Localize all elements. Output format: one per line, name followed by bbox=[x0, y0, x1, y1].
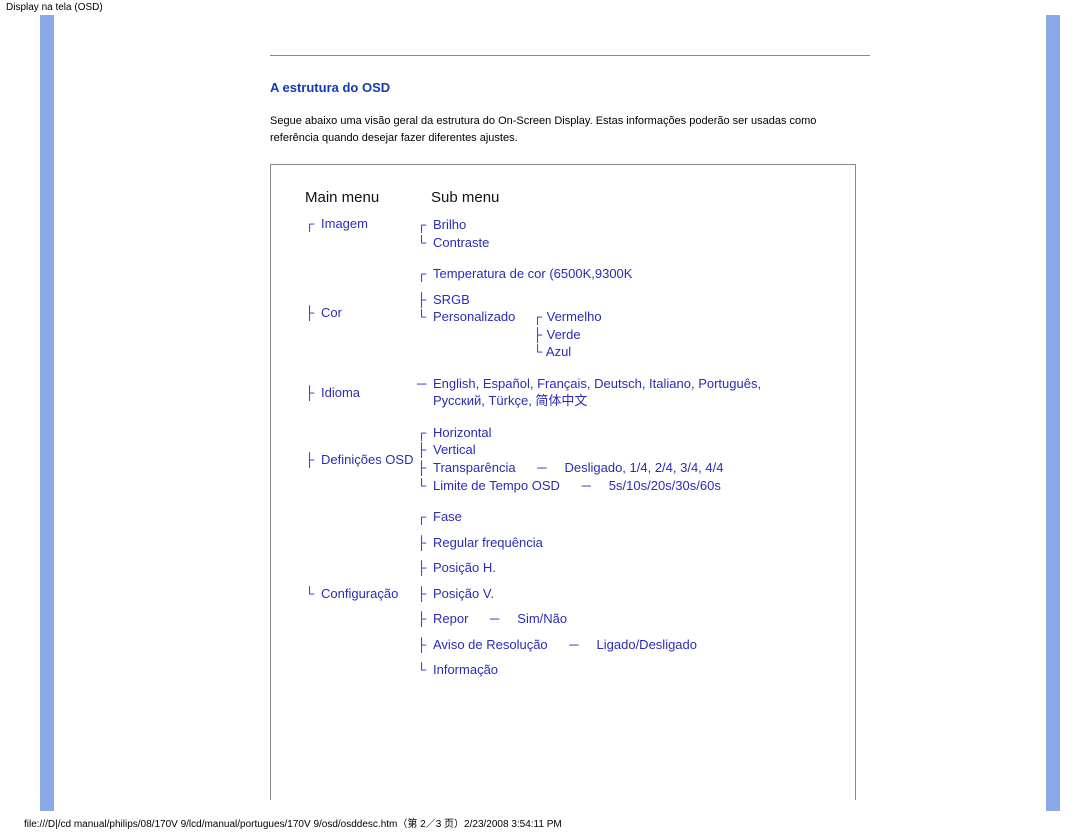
tree-connector-icon: └ bbox=[305, 586, 315, 601]
menu-cfg-repor-val: Sim/Não bbox=[517, 610, 567, 628]
tree-connector-icon: ─ bbox=[579, 477, 593, 495]
page-footer: file:///D|/cd manual/philips/08/170V 9/l… bbox=[0, 815, 568, 834]
page-header: Display na tela (OSD) bbox=[0, 0, 1080, 15]
menu-cfg-freq: Regular frequência bbox=[433, 534, 543, 552]
menu-idioma-line1: English, Español, Français, Deutsch, Ita… bbox=[433, 375, 761, 393]
menu-sub-contraste: Contraste bbox=[433, 234, 489, 252]
menu-osd-trans-val: Desligado, 1/4, 2/4, 3/4, 4/4 bbox=[564, 459, 723, 477]
tree-connector-icon: ├ bbox=[305, 305, 315, 320]
content-area: A estrutura do OSD Segue abaixo uma visã… bbox=[270, 15, 890, 800]
tree-connector-icon: ┌ bbox=[305, 216, 315, 231]
tree-connector-icon: └ bbox=[417, 661, 427, 679]
tree-connector-icon: ┌ bbox=[417, 216, 427, 234]
menu-cfg-ph: Posição H. bbox=[433, 559, 496, 577]
tree-connector-icon: ├ bbox=[417, 291, 427, 309]
menu-main-cor: Cor bbox=[321, 305, 342, 320]
menu-pers-b: Azul bbox=[546, 344, 571, 359]
tree-spacer-icon bbox=[417, 392, 427, 410]
menu-pers-g: Verde bbox=[547, 327, 581, 342]
menu-idioma-line2: Русский, Türkçe, 简体中文 bbox=[433, 392, 587, 410]
tree-connector-icon: ┌ bbox=[417, 508, 427, 526]
tree-connector-icon: ├ bbox=[417, 441, 427, 459]
tree-connector-icon: ─ bbox=[488, 610, 502, 628]
menu-pers-r: Vermelho bbox=[547, 309, 602, 324]
menu-cfg-aviso-val: Ligado/Desligado bbox=[597, 636, 697, 654]
tree-connector-icon: ├ bbox=[417, 534, 427, 552]
menu-main-config: Configuração bbox=[321, 586, 398, 601]
right-decor-stripe bbox=[1046, 15, 1060, 811]
menu-cfg-info: Informação bbox=[433, 661, 498, 679]
menu-osd-trans: Transparência bbox=[433, 459, 516, 477]
document-page: A estrutura do OSD Segue abaixo uma visã… bbox=[0, 15, 1080, 825]
tree-connector-icon: ┌ bbox=[533, 308, 543, 326]
osd-tree-box: Main menu Sub menu ┌ Imagem ┌ Brilho └ Cont… bbox=[270, 164, 856, 800]
tree-connector-icon: ─ bbox=[417, 375, 427, 393]
tree-connector-icon: ├ bbox=[417, 585, 427, 603]
tree-connector-icon: └ bbox=[417, 477, 427, 495]
left-decor-stripe bbox=[40, 15, 54, 811]
tree-connector-icon: ┌ bbox=[417, 424, 427, 442]
menu-main-imagem: Imagem bbox=[321, 216, 368, 231]
tree-connector-icon: ├ bbox=[305, 385, 315, 400]
menu-sub-brilho: Brilho bbox=[433, 216, 466, 234]
menu-osd-tempo-val: 5s/10s/20s/30s/60s bbox=[609, 477, 721, 495]
menu-main-osd: Definições OSD bbox=[321, 452, 413, 467]
menu-osd-v: Vertical bbox=[433, 441, 476, 459]
tree-connector-icon: └ bbox=[533, 343, 543, 361]
section-heading: A estrutura do OSD bbox=[270, 80, 890, 95]
menu-osd-tempo: Limite de Tempo OSD bbox=[433, 477, 560, 495]
tree-connector-icon: ├ bbox=[417, 610, 427, 628]
menu-main-idioma: Idioma bbox=[321, 385, 360, 400]
tree-connector-icon: ├ bbox=[533, 326, 543, 344]
tree-connector-icon: ─ bbox=[567, 636, 581, 654]
tree-connector-icon: ├ bbox=[417, 459, 427, 477]
menu-cfg-fase: Fase bbox=[433, 508, 462, 526]
menu-cfg-repor: Repor bbox=[433, 610, 468, 628]
menu-sub-srgb: SRGB bbox=[433, 291, 470, 309]
intro-paragraph: Segue abaixo uma visão geral da estrutur… bbox=[270, 113, 860, 146]
column-head-main: Main menu bbox=[305, 189, 431, 206]
tree-connector-icon: ├ bbox=[305, 452, 315, 467]
tree-connector-icon: ┌ bbox=[417, 265, 427, 283]
menu-cfg-aviso: Aviso de Resolução bbox=[433, 636, 548, 654]
horizontal-rule bbox=[270, 55, 870, 56]
tree-connector-icon: ├ bbox=[417, 559, 427, 577]
column-head-sub: Sub menu bbox=[431, 189, 499, 206]
tree-connector-icon: ├ bbox=[417, 636, 427, 654]
menu-cfg-pv: Posição V. bbox=[433, 585, 494, 603]
tree-connector-icon: └ bbox=[417, 234, 427, 252]
menu-osd-h: Horizontal bbox=[433, 424, 492, 442]
menu-sub-temp: Temperatura de cor (6500K,9300K bbox=[433, 265, 632, 283]
tree-connector-icon: └ bbox=[417, 308, 427, 326]
tree-connector-icon: ─ bbox=[535, 459, 549, 477]
menu-sub-pers: Personalizado bbox=[433, 308, 527, 326]
